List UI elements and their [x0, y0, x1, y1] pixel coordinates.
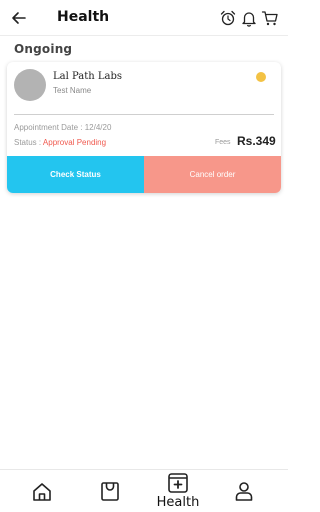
notifications-button[interactable] — [240, 9, 258, 27]
appointment-date: Appointment Date : 12/4/20 — [14, 123, 112, 132]
nav-profile[interactable] — [233, 480, 255, 502]
app-header: Health — [0, 0, 288, 36]
bell-icon — [242, 12, 256, 27]
status-value: Approval Pending — [42, 138, 107, 147]
alarm-clock-icon — [220, 10, 236, 26]
order-card: Lal Path Labs Test Name Appointment Date… — [7, 62, 281, 193]
nav-health-label: Health — [156, 495, 200, 510]
card-divider — [14, 114, 274, 115]
cart-button[interactable] — [261, 9, 279, 27]
nav-shop[interactable] — [99, 480, 121, 502]
fees-label: Fees — [215, 139, 231, 146]
section-title-ongoing: Ongoing — [14, 42, 73, 56]
lab-name: Lal Path Labs — [53, 71, 122, 82]
home-icon — [33, 483, 51, 501]
back-button[interactable] — [10, 9, 28, 27]
nav-health[interactable]: Health — [152, 471, 204, 511]
status-row: Status : Approval Pending — [14, 138, 106, 147]
lab-avatar — [14, 69, 46, 101]
nav-home[interactable] — [31, 481, 53, 503]
status-dot — [256, 72, 266, 82]
cart-icon — [261, 11, 278, 26]
cancel-order-button[interactable]: Cancel order — [144, 156, 281, 193]
test-name: Test Name — [53, 86, 92, 95]
fees-value: Rs.349 — [237, 134, 276, 148]
alarm-button[interactable] — [219, 9, 237, 27]
shopping-bag-icon — [101, 482, 119, 501]
user-icon — [235, 482, 253, 501]
card-actions: Check Status Cancel order — [7, 156, 281, 193]
arrow-left-icon — [12, 12, 26, 24]
health-screen: Health Ongoing Lal Path Labs Test Name A… — [0, 0, 288, 512]
check-status-button[interactable]: Check Status — [7, 156, 144, 193]
bottom-navigation: Health — [0, 469, 288, 512]
page-title: Health — [57, 9, 110, 25]
medical-plus-icon — [167, 471, 189, 493]
status-label: Status : — [14, 138, 42, 147]
